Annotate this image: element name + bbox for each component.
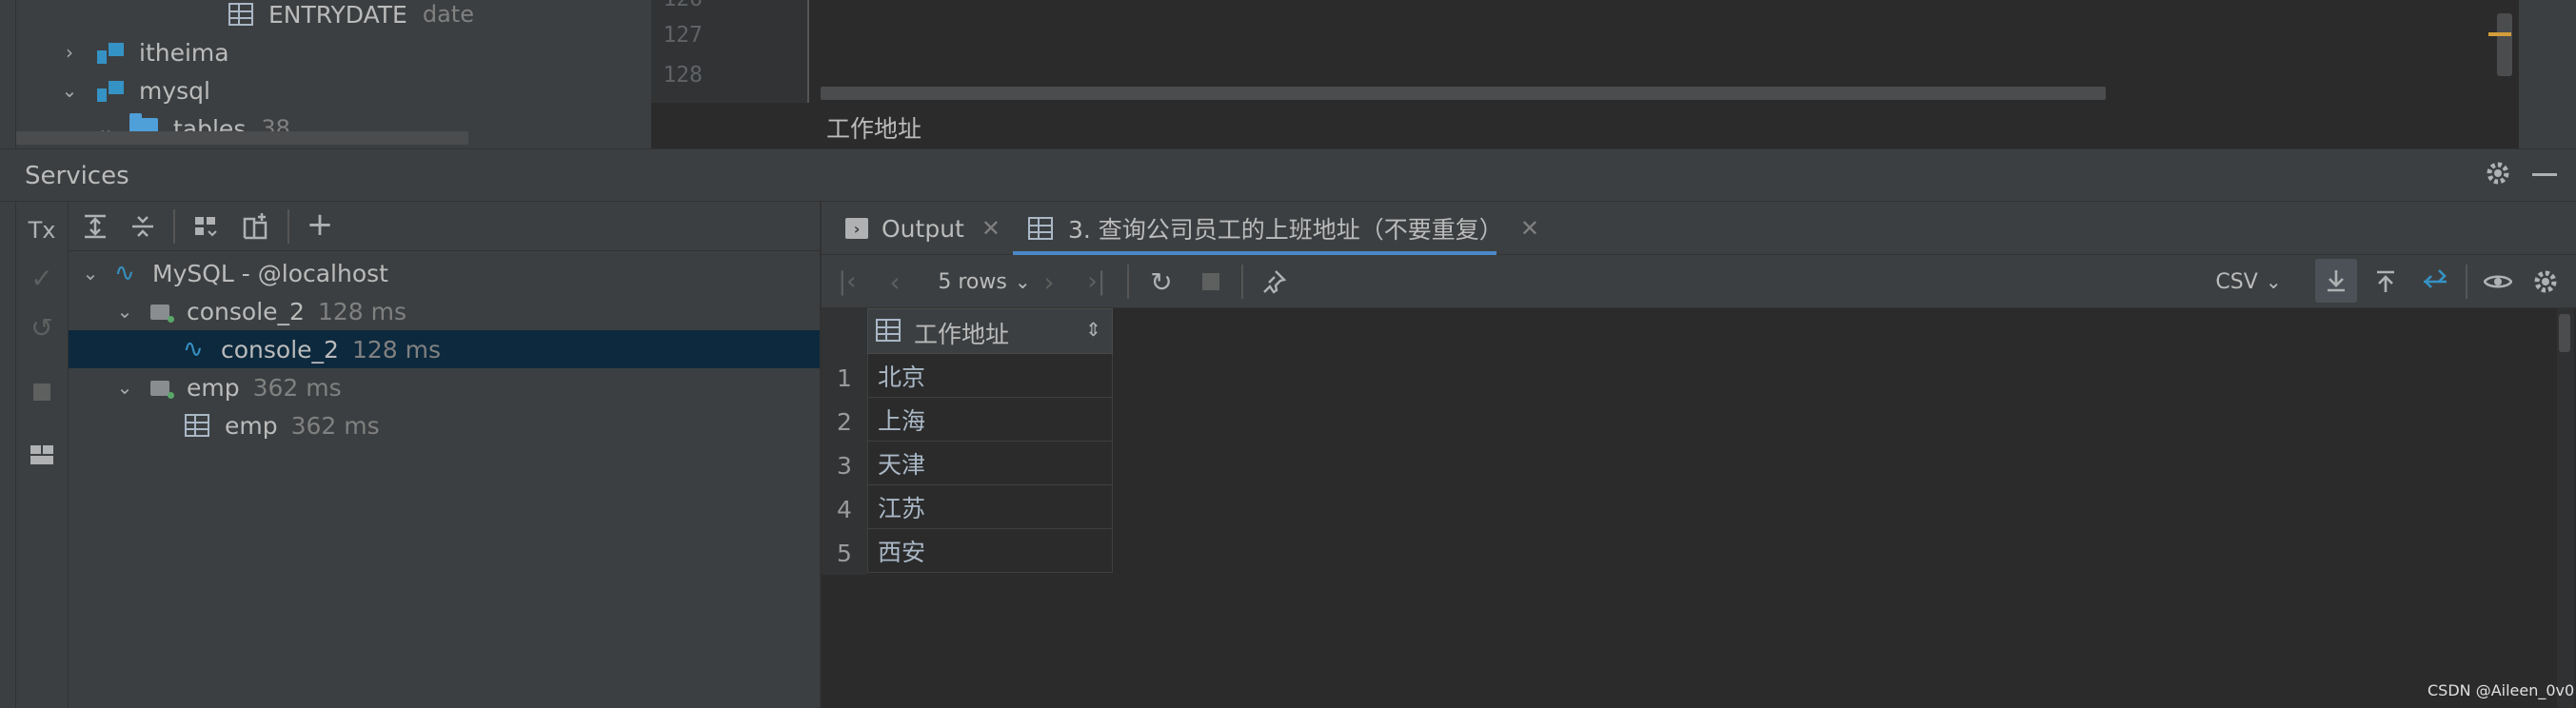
collapse-all-icon[interactable] bbox=[124, 207, 162, 246]
first-page-icon[interactable]: |‹ bbox=[830, 263, 864, 301]
console-icon bbox=[149, 301, 177, 323]
services-horizontal-toolbar bbox=[69, 202, 820, 251]
chevron-down-icon[interactable]: ⌄ bbox=[114, 300, 135, 323]
row-number: 4 bbox=[837, 495, 852, 523]
services-title: Services bbox=[25, 162, 129, 190]
commit-icon[interactable]: ✓ bbox=[23, 259, 61, 297]
editor-vertical-scrollbar[interactable] bbox=[2497, 13, 2512, 76]
gear-icon[interactable] bbox=[2530, 266, 2561, 297]
row-number: 5 bbox=[837, 539, 852, 567]
expand-all-icon[interactable] bbox=[76, 207, 114, 246]
column-header[interactable]: 工作地址 ⇕ bbox=[867, 308, 1113, 354]
tree-column-entrydate[interactable]: ENTRYDATE date bbox=[228, 0, 474, 32]
selected-row-highlight bbox=[69, 330, 820, 368]
chevron-down-icon[interactable]: ⌄ bbox=[80, 262, 101, 285]
table-icon bbox=[1028, 217, 1053, 240]
sort-icon[interactable]: ⇕ bbox=[1085, 318, 1101, 341]
column-icon bbox=[228, 3, 253, 26]
rows-dropdown[interactable]: 5 rows ⌄ bbox=[927, 263, 1041, 301]
column-icon bbox=[876, 319, 901, 342]
upload-icon[interactable] bbox=[2367, 263, 2405, 301]
tree-emp-item[interactable]: emp 362 ms bbox=[185, 406, 380, 444]
mysql-icon: ∿ bbox=[183, 335, 204, 364]
console-output-icon: › bbox=[845, 218, 868, 239]
chevron-down-icon[interactable]: ⌄ bbox=[114, 376, 135, 399]
next-page-icon[interactable]: › bbox=[1032, 263, 1066, 301]
export-format-dropdown[interactable]: CSV ⌄ bbox=[2210, 263, 2287, 301]
console-icon bbox=[149, 377, 177, 399]
warning-marker[interactable] bbox=[2488, 32, 2511, 36]
chevron-down-icon[interactable]: ⌄ bbox=[59, 79, 80, 102]
row-number: 2 bbox=[837, 407, 852, 436]
chevron-down-icon: ⌄ bbox=[1014, 270, 1031, 293]
mysql-icon: ∿ bbox=[114, 259, 135, 287]
breadcrumb[interactable]: 工作地址 bbox=[826, 110, 921, 145]
table-cell[interactable]: 北京 bbox=[867, 354, 1113, 398]
minimize-icon[interactable] bbox=[2532, 173, 2557, 176]
gear-icon[interactable] bbox=[2483, 158, 2513, 188]
tree-horizontal-scrollbar[interactable] bbox=[16, 131, 468, 145]
left-tool-strip bbox=[0, 0, 16, 708]
last-page-icon[interactable]: ›| bbox=[1080, 263, 1114, 301]
toolbar-separator bbox=[287, 209, 289, 244]
toolbar-separator bbox=[1241, 265, 1243, 299]
close-icon[interactable]: ✕ bbox=[1520, 215, 1539, 242]
chevron-right-icon[interactable]: › bbox=[59, 41, 80, 64]
tree-schema-itheima[interactable]: › itheima bbox=[59, 34, 229, 70]
add-service-icon[interactable]: + bbox=[301, 206, 339, 244]
tree-mysql-connection[interactable]: ⌄ ∿ MySQL - @localhost bbox=[80, 254, 388, 292]
toolbar-separator bbox=[2466, 265, 2467, 299]
editor-right-gutter bbox=[2519, 0, 2576, 148]
close-icon[interactable]: ✕ bbox=[981, 215, 1001, 242]
previous-page-icon[interactable]: ‹ bbox=[878, 263, 912, 301]
refresh-icon[interactable]: ↻ bbox=[1142, 263, 1180, 301]
watermark: CSDN @Aileen_0v0 bbox=[2427, 681, 2575, 699]
table-cell[interactable]: 江苏 bbox=[867, 485, 1113, 529]
row-number: 3 bbox=[837, 451, 852, 480]
schema-icon bbox=[93, 39, 126, 66]
grid-vertical-scrollbar[interactable] bbox=[2557, 308, 2574, 708]
line-number: 126 bbox=[651, 0, 703, 11]
chevron-down-icon: ⌄ bbox=[2265, 270, 2282, 293]
tree-emp-group[interactable]: ⌄ emp 362 ms bbox=[114, 368, 342, 406]
eye-icon[interactable] bbox=[2479, 263, 2517, 301]
cancel-query-icon[interactable] bbox=[1192, 263, 1230, 301]
tab-output[interactable]: › Output ✕ bbox=[845, 202, 1001, 255]
schema-icon bbox=[93, 77, 126, 104]
editor-breadcrumb-bar bbox=[651, 103, 2519, 148]
row-number: 1 bbox=[837, 364, 852, 392]
layout-icon[interactable] bbox=[23, 436, 61, 474]
tree-console-item[interactable]: ∿ console_2 128 ms bbox=[183, 330, 441, 368]
compare-icon[interactable] bbox=[2416, 263, 2454, 301]
stop-icon[interactable] bbox=[23, 373, 61, 411]
toolbar-separator bbox=[1127, 265, 1129, 299]
line-number: 127 bbox=[663, 23, 703, 48]
services-header bbox=[0, 148, 2576, 202]
scrollbar-thumb[interactable] bbox=[2559, 314, 2570, 352]
toolbar-separator bbox=[173, 209, 175, 244]
table-cell[interactable]: 天津 bbox=[867, 442, 1113, 485]
table-icon bbox=[185, 414, 209, 437]
tab-query-result[interactable]: 3. 查询公司员工的上班地址（不要重复） ✕ bbox=[1028, 202, 1539, 255]
new-tab-icon[interactable] bbox=[236, 207, 274, 246]
editor-horizontal-scrollbar[interactable] bbox=[821, 87, 2106, 100]
pin-icon[interactable] bbox=[1255, 263, 1293, 301]
line-number: 128 bbox=[663, 63, 703, 88]
table-cell[interactable]: 西安 bbox=[867, 529, 1113, 573]
tree-console-group[interactable]: ⌄ console_2 128 ms bbox=[114, 292, 406, 330]
group-by-icon[interactable] bbox=[187, 207, 225, 246]
table-cell[interactable]: 上海 bbox=[867, 398, 1113, 442]
tree-schema-mysql[interactable]: ⌄ mysql bbox=[59, 72, 210, 108]
rollback-icon[interactable]: ↺ bbox=[23, 308, 61, 346]
transaction-mode-button[interactable]: Tx bbox=[23, 211, 61, 249]
download-icon[interactable] bbox=[2315, 259, 2357, 303]
